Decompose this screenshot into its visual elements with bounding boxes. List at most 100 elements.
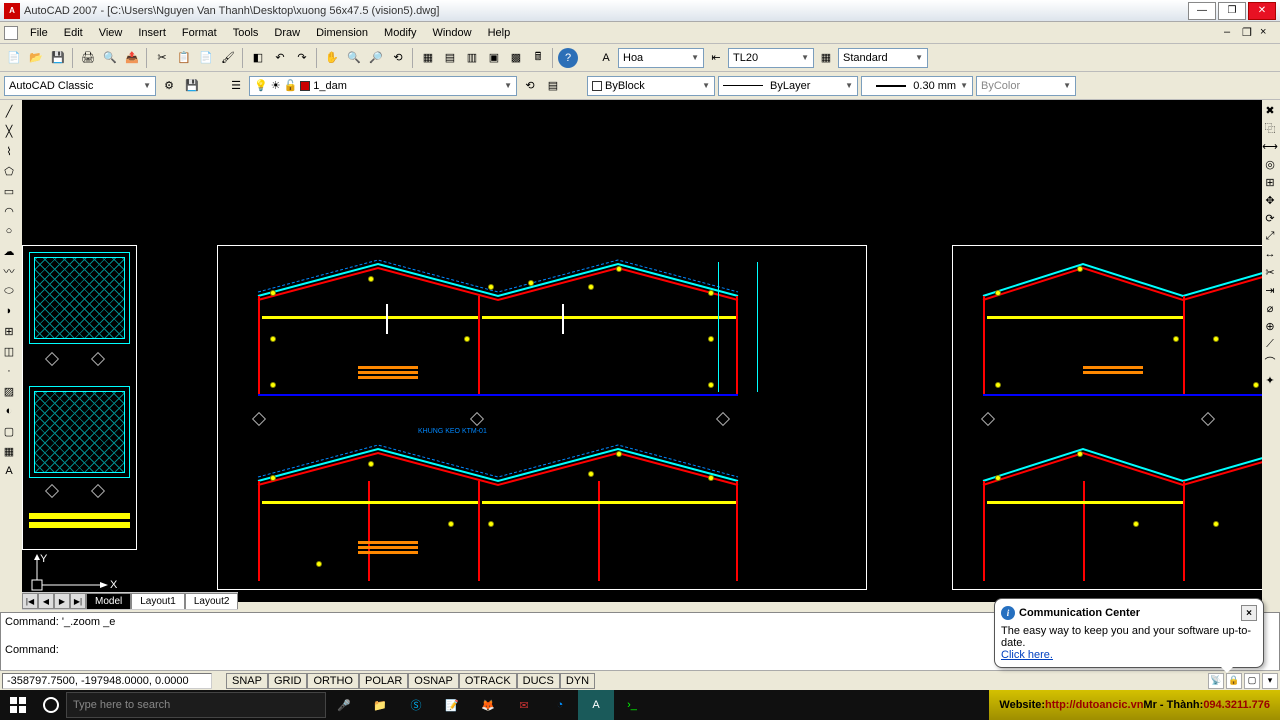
offset-icon[interactable]: ◎ <box>1262 156 1278 172</box>
tablestyle-select[interactable]: Standard▼ <box>838 48 928 68</box>
zoom-prev-icon[interactable]: ⟲ <box>388 48 408 68</box>
snap-toggle[interactable]: SNAP <box>226 673 268 689</box>
gradient-icon[interactable]: ◐ <box>0 402 18 420</box>
ducs-toggle[interactable]: DUCS <box>517 673 560 689</box>
mirror-icon[interactable]: ⟷ <box>1262 138 1278 154</box>
menu-format[interactable]: Format <box>174 25 225 41</box>
osnap-toggle[interactable]: OSNAP <box>408 673 459 689</box>
paste-icon[interactable]: 📄 <box>196 48 216 68</box>
line-icon[interactable]: ╱ <box>0 102 18 120</box>
tab-layout1[interactable]: Layout1 <box>131 593 185 609</box>
dimstyle-icon[interactable]: ⇤ <box>706 48 726 68</box>
redo-icon[interactable]: ↷ <box>292 48 312 68</box>
tray-arrow-icon[interactable]: ▾ <box>1262 673 1278 689</box>
menu-insert[interactable]: Insert <box>130 25 174 41</box>
scale-icon[interactable]: ⤢ <box>1262 228 1278 244</box>
dyn-toggle[interactable]: DYN <box>560 673 595 689</box>
hatch-icon[interactable]: ▨ <box>0 382 18 400</box>
polyline-icon[interactable]: ⌇ <box>0 142 18 160</box>
textstyle-icon[interactable]: A <box>596 48 616 68</box>
xline-icon[interactable]: ╳ <box>0 122 18 140</box>
arc-icon[interactable]: ◠ <box>0 202 18 220</box>
table-icon[interactable]: ▦ <box>0 442 18 460</box>
new-icon[interactable]: 📄 <box>4 48 24 68</box>
ellipsearc-icon[interactable]: ◗ <box>0 302 18 320</box>
publish-icon[interactable]: 📤 <box>122 48 142 68</box>
open-icon[interactable]: 📂 <box>26 48 46 68</box>
notepadpp-icon[interactable]: 📝 <box>434 690 470 720</box>
lineweight-select[interactable]: 0.30 mm▼ <box>861 76 973 96</box>
properties-icon[interactable]: ▦ <box>418 48 438 68</box>
matchprop-icon[interactable]: 🖌 <box>218 48 238 68</box>
terminal-icon[interactable]: ›_ <box>614 690 650 720</box>
linetype-select[interactable]: ByLayer▼ <box>718 76 858 96</box>
tablestyle-icon[interactable]: ▦ <box>816 48 836 68</box>
workspace-settings-icon[interactable]: ⚙ <box>159 76 179 96</box>
menu-dimension[interactable]: Dimension <box>308 25 376 41</box>
copy-obj-icon[interactable]: ⿻ <box>1262 120 1278 136</box>
tab-last[interactable]: ▶| <box>70 593 86 609</box>
rectangle-icon[interactable]: ▭ <box>0 182 18 200</box>
dc-icon[interactable]: ▤ <box>440 48 460 68</box>
plotstyle-select[interactable]: ByColor▼ <box>976 76 1076 96</box>
revcloud-icon[interactable]: ☁ <box>0 242 18 260</box>
plot-icon[interactable]: 🖨 <box>78 48 98 68</box>
undo-icon[interactable]: ↶ <box>270 48 290 68</box>
textstyle-select[interactable]: Hoa▼ <box>618 48 704 68</box>
doc-minimize[interactable]: – <box>1224 26 1240 40</box>
menu-modify[interactable]: Modify <box>376 25 424 41</box>
preview-icon[interactable]: 🔍 <box>100 48 120 68</box>
popup-close-button[interactable]: × <box>1241 605 1257 621</box>
break-icon[interactable]: ⌀ <box>1262 300 1278 316</box>
clean-screen-icon[interactable]: ▢ <box>1244 673 1260 689</box>
workspace-save-icon[interactable]: 💾 <box>182 76 202 96</box>
tab-prev[interactable]: ◀ <box>38 593 54 609</box>
menu-window[interactable]: Window <box>424 25 479 41</box>
insert-icon[interactable]: ⊞ <box>0 322 18 340</box>
save-icon[interactable]: 💾 <box>48 48 68 68</box>
join-icon[interactable]: ⊕ <box>1262 318 1278 334</box>
taskbar-search[interactable]: Type here to search <box>66 692 326 718</box>
tab-next[interactable]: ▶ <box>54 593 70 609</box>
zoom-rt-icon[interactable]: 🔍 <box>344 48 364 68</box>
close-button[interactable]: ✕ <box>1248 2 1276 20</box>
color-select[interactable]: ByBlock▼ <box>587 76 715 96</box>
calc-icon[interactable]: 🖩 <box>528 48 548 68</box>
extend-icon[interactable]: ⇥ <box>1262 282 1278 298</box>
ortho-toggle[interactable]: ORTHO <box>307 673 359 689</box>
help-icon[interactable]: ? <box>558 48 578 68</box>
zoom-win-icon[interactable]: 🔎 <box>366 48 386 68</box>
zalo-icon[interactable]: ◔ <box>542 690 578 720</box>
cortana-icon[interactable] <box>36 690 66 720</box>
mic-icon[interactable]: 🎤 <box>326 690 362 720</box>
popup-link[interactable]: Click here. <box>1001 649 1053 661</box>
doc-close[interactable]: × <box>1260 26 1276 40</box>
erase-icon[interactable]: ✖ <box>1262 102 1278 118</box>
menu-view[interactable]: View <box>91 25 131 41</box>
doc-restore[interactable]: ❐ <box>1242 26 1258 40</box>
layer-states-icon[interactable]: ▤ <box>543 76 563 96</box>
polygon-icon[interactable]: ⬠ <box>0 162 18 180</box>
layer-prev-icon[interactable]: ⟲ <box>520 76 540 96</box>
menu-tools[interactable]: Tools <box>225 25 267 41</box>
menu-file[interactable]: File <box>22 25 56 41</box>
maximize-button[interactable]: ❐ <box>1218 2 1246 20</box>
autocad-taskbar-icon[interactable]: A <box>578 690 614 720</box>
chamfer-icon[interactable]: ⟋ <box>1262 336 1278 352</box>
circle-icon[interactable]: ○ <box>0 222 18 240</box>
blockeditor-icon[interactable]: ◧ <box>248 48 268 68</box>
menu-help[interactable]: Help <box>480 25 519 41</box>
move-icon[interactable]: ✥ <box>1262 192 1278 208</box>
point-icon[interactable]: · <box>0 362 18 380</box>
explorer-icon[interactable]: 📁 <box>362 690 398 720</box>
mail-icon[interactable]: ✉ <box>506 690 542 720</box>
layer-select[interactable]: 💡 ☀ 🔓 1_dam ▼ <box>249 76 517 96</box>
region-icon[interactable]: ▢ <box>0 422 18 440</box>
start-button[interactable] <box>0 690 36 720</box>
markup-icon[interactable]: ▩ <box>506 48 526 68</box>
layer-manager-icon[interactable]: ☰ <box>226 76 246 96</box>
block-icon[interactable]: ◫ <box>0 342 18 360</box>
spline-icon[interactable]: 〰 <box>0 262 18 280</box>
ellipse-icon[interactable]: ⬭ <box>0 282 18 300</box>
mtext-icon[interactable]: A <box>0 462 18 480</box>
